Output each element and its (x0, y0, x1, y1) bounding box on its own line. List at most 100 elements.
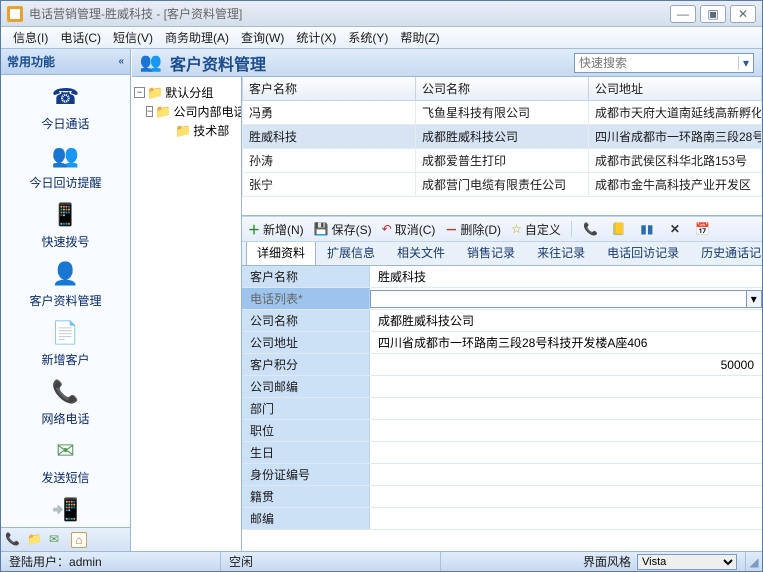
save-button[interactable]: 💾保存(S) (314, 221, 372, 238)
form-label: 公司地址 (242, 332, 370, 353)
form-label: 电话列表* (242, 288, 370, 309)
status-style: 界面风格 Vista (575, 552, 746, 571)
page-title: 客户资料管理 (170, 51, 566, 75)
content-header: 👥 客户资料管理 ▾ (132, 49, 762, 77)
tool-phone-icon[interactable]: 📞 (5, 532, 21, 548)
menu-item[interactable]: 统计(X) (290, 27, 342, 48)
close-icon[interactable]: ✕ (666, 220, 684, 238)
statusbar: 登陆用户：admin 空闲 界面风格 Vista ◢ (1, 551, 762, 571)
form-value (370, 420, 762, 441)
table-cell: 成都市武侯区科华北路153号 (589, 149, 762, 173)
tab[interactable]: 相关文件 (386, 242, 456, 265)
pause-icon[interactable]: ▮▮ (638, 220, 656, 238)
form-row: 公司名称成都胜威科技公司 (242, 310, 762, 332)
sidebar-collapse-icon[interactable]: « (118, 56, 124, 67)
table-cell: 成都市天府大道南延线高新孵化 (589, 101, 762, 125)
folder-icon: 📁 (155, 104, 171, 120)
grid-header[interactable]: 客户名称 (243, 77, 416, 101)
sidebar-item-icon: 👥 (50, 140, 82, 172)
cancel-button[interactable]: ↶取消(C) (382, 221, 436, 238)
search-input[interactable] (575, 56, 738, 70)
form-row: 公司邮编 (242, 376, 762, 398)
sidebar-item[interactable]: 👥今日回访提醒 (1, 134, 130, 193)
sidebar-item[interactable]: 👤客户资料管理 (1, 252, 130, 311)
tab[interactable]: 详细资料 (246, 242, 316, 265)
resize-grip-icon[interactable]: ◢ (746, 555, 762, 569)
sidebar-item[interactable]: ✉ 发送短信 (1, 429, 130, 488)
tab[interactable]: 销售记录 (456, 242, 526, 265)
form-label: 邮编 (242, 508, 370, 529)
sidebar-item[interactable]: ☎今日通话 (1, 75, 130, 134)
sidebar-item[interactable]: 📱快速拨号 (1, 193, 130, 252)
form-label: 公司邮编 (242, 376, 370, 397)
menu-item[interactable]: 商务助理(A) (159, 27, 235, 48)
form-value: 成都胜威科技公司 (370, 310, 762, 331)
sidebar-toolbar: 📞 📁 ✉ ⌂ (1, 527, 130, 551)
grid-header[interactable]: 公司地址 (589, 77, 762, 101)
tree-expander-icon[interactable]: − (134, 87, 145, 98)
custom-button[interactable]: ☆自定义 (511, 221, 561, 238)
titlebar: 电话营销管理-胜威科技 - [客户资料管理] — ▣ ✕ (1, 1, 762, 27)
table-row[interactable]: 胜威科技成都胜威科技公司四川省成都市一环路南三段28号 (243, 125, 762, 149)
tree-node[interactable]: −📁公司内部电话 (134, 102, 239, 121)
form-value: 50000 (370, 354, 762, 375)
search-box[interactable]: ▾ (574, 53, 754, 73)
tab[interactable]: 历史通话记 (690, 242, 762, 265)
menu-item[interactable]: 短信(V) (107, 27, 159, 48)
detail-form: 客户名称胜威科技电话列表* ▾ 公司名称成都胜威科技公司公司地址四川省成都市一环路南… (242, 266, 762, 551)
tool-mail-icon[interactable]: ✉ (49, 532, 65, 548)
sidebar-item[interactable]: 📞网络电话 (1, 370, 130, 429)
tree-node[interactable]: −📁默认分组 (134, 83, 239, 102)
tab[interactable]: 电话回访记录 (596, 242, 690, 265)
menu-item[interactable]: 电话(C) (54, 27, 107, 48)
sidebar-item-icon: 📲 (50, 494, 82, 526)
table-cell: 胜威科技 (243, 125, 416, 149)
book-icon[interactable]: 📒 (610, 220, 628, 238)
sidebar-header[interactable]: 常用功能 « (1, 49, 130, 75)
table-row[interactable]: 孙涛成都爱普生打印成都市武侯区科华北路153号 (243, 149, 762, 173)
form-row: 客户积分50000 (242, 354, 762, 376)
form-value (370, 508, 762, 529)
tree-node[interactable]: 📁技术部 (134, 121, 239, 140)
delete-button[interactable]: －删除(D) (445, 221, 501, 238)
phone-icon[interactable]: 📞 (582, 220, 600, 238)
tree-expander-icon[interactable]: − (146, 106, 153, 117)
form-label: 公司名称 (242, 310, 370, 331)
style-select[interactable]: Vista (637, 554, 737, 570)
table-row[interactable]: 张宁成都营门电缆有限责任公司成都市金牛高科技产业开发区 (243, 173, 762, 197)
table-cell: 成都胜威科技公司 (416, 125, 589, 149)
tab[interactable]: 扩展信息 (316, 242, 386, 265)
sidebar-item-icon: 📞 (50, 376, 82, 408)
sidebar-item-label: 发送短信 (1, 469, 130, 486)
menu-item[interactable]: 信息(I) (7, 27, 54, 48)
table-row[interactable]: 冯勇飞鱼星科技有限公司成都市天府大道南延线高新孵化 (243, 101, 762, 125)
menu-item[interactable]: 查询(W) (235, 27, 290, 48)
form-label: 客户名称 (242, 266, 370, 287)
tool-home-icon[interactable]: ⌂ (71, 532, 87, 548)
sidebar-item[interactable]: 📄新增客户 (1, 311, 130, 370)
table-cell: 成都爱普生打印 (416, 149, 589, 173)
form-row: 籍贯 (242, 486, 762, 508)
table-cell: 张宁 (243, 173, 416, 197)
sidebar-item-icon: ✉ (50, 435, 82, 467)
tool-folder-icon[interactable]: 📁 (27, 532, 43, 548)
search-dropdown-icon[interactable]: ▾ (738, 56, 753, 70)
close-button[interactable]: ✕ (730, 5, 756, 23)
tab[interactable]: 来往记录 (526, 242, 596, 265)
form-label: 部门 (242, 398, 370, 419)
minimize-button[interactable]: — (670, 5, 696, 23)
form-value (370, 464, 762, 485)
calendar-icon[interactable]: 📅 (694, 220, 712, 238)
folder-icon: 📁 (175, 123, 191, 139)
grid-header[interactable]: 公司名称 (416, 77, 589, 101)
menu-item[interactable]: 帮助(Z) (394, 27, 445, 48)
form-row: 客户名称胜威科技 (242, 266, 762, 288)
table-cell: 冯勇 (243, 101, 416, 125)
phone-list-input[interactable] (370, 290, 747, 308)
maximize-button[interactable]: ▣ (700, 5, 726, 23)
form-value: 四川省成都市一环路南三段28号科技开发楼A座406 (370, 332, 762, 353)
add-button[interactable]: ＋新增(N) (248, 221, 304, 238)
sidebar-item[interactable]: 📲今日短信 (1, 488, 130, 527)
menu-item[interactable]: 系统(Y) (342, 27, 394, 48)
dropdown-icon[interactable]: ▾ (747, 290, 762, 308)
